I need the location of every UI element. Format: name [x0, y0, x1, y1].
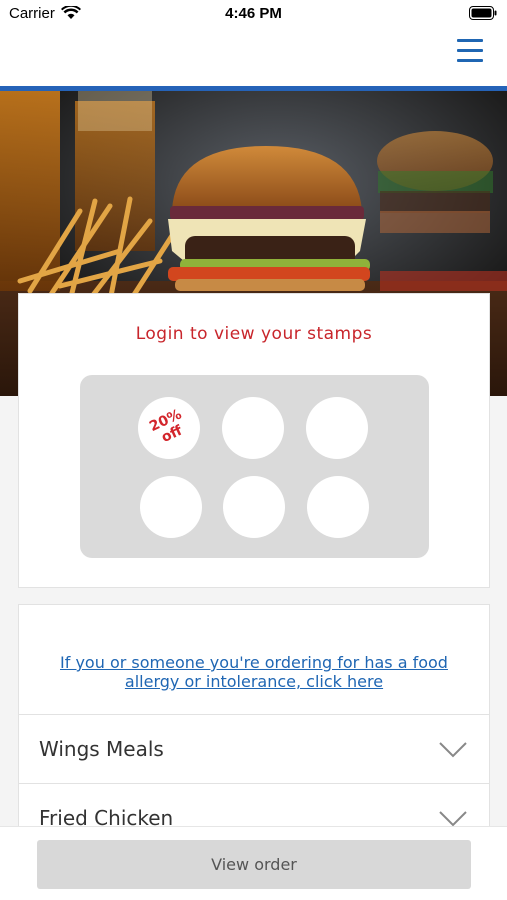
- view-order-button[interactable]: View order: [37, 840, 471, 889]
- stamp-slot-2: [222, 397, 284, 459]
- stamp-panel: 20% off: [80, 375, 429, 558]
- category-wings-meals[interactable]: Wings Meals: [18, 714, 490, 784]
- offer-label: 20% off: [128, 387, 210, 469]
- stamp-offer-20-off: 20% off: [138, 397, 200, 459]
- app-header: [0, 28, 507, 86]
- stamp-slot-5: [223, 476, 285, 538]
- category-label: Wings Meals: [39, 737, 164, 761]
- status-bar: Carrier 4:46 PM: [0, 0, 507, 28]
- stamp-slot-3: [306, 397, 368, 459]
- hamburger-menu-icon[interactable]: [457, 39, 483, 63]
- stamp-slot-4: [140, 476, 202, 538]
- battery-icon: [469, 6, 497, 20]
- stamps-login-prompt[interactable]: Login to view your stamps: [19, 324, 489, 344]
- bottom-bar: View order: [0, 826, 507, 900]
- stamps-card: Login to view your stamps 20% off: [18, 293, 490, 588]
- allergy-info-link[interactable]: If you or someone you're ordering for ha…: [39, 653, 469, 691]
- stamp-slot-6: [307, 476, 369, 538]
- status-time: 4:46 PM: [225, 5, 282, 22]
- chevron-down-icon: [439, 811, 467, 827]
- chevron-down-icon: [439, 742, 467, 758]
- allergy-card: If you or someone you're ordering for ha…: [18, 604, 490, 714]
